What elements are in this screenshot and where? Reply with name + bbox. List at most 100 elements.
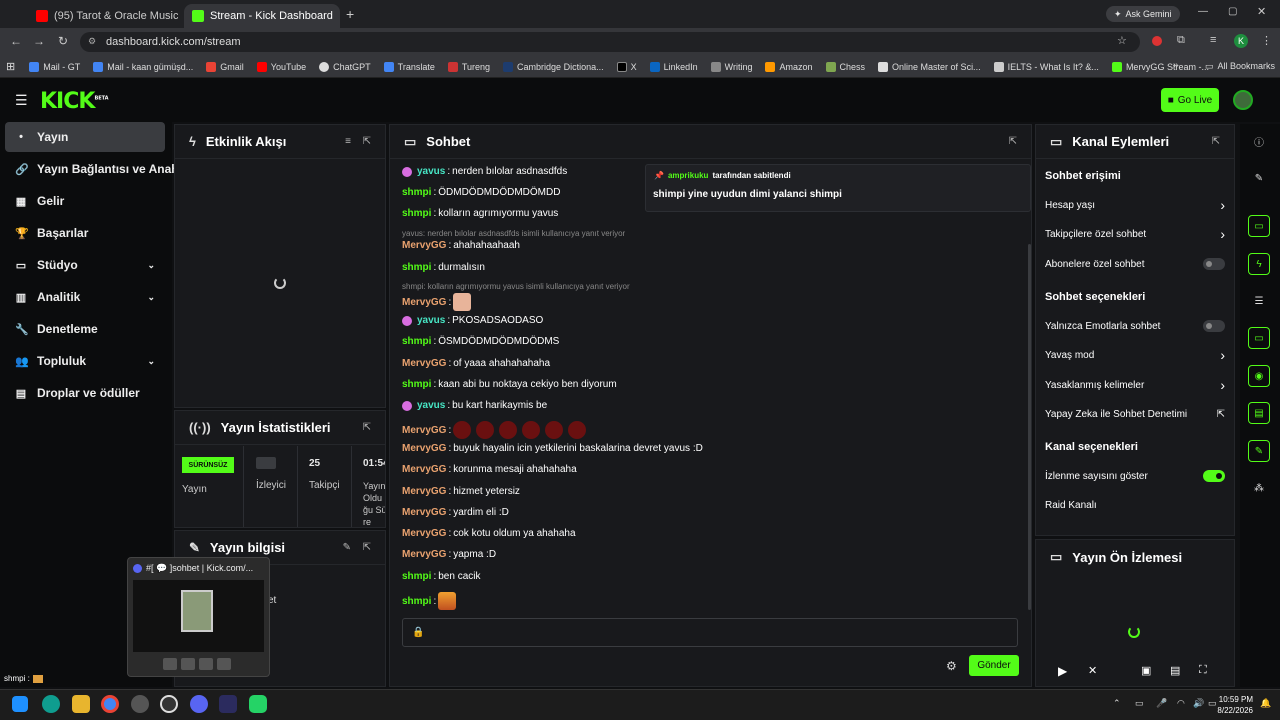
sidebar-item-4[interactable]: ▭ Stüdyo ⌄ — [5, 250, 165, 280]
action-item[interactable]: İzlenme sayısını göster — [1045, 469, 1225, 483]
action-item[interactable]: Abonelere özel sohbet — [1045, 257, 1225, 271]
close-window-icon[interactable]: ✕ — [1257, 5, 1266, 18]
maximize-icon[interactable]: ▢ — [1228, 6, 1237, 17]
chat-username[interactable]: shmpi — [402, 187, 431, 198]
action-item[interactable]: Yalnızca Emotlarla sohbet — [1045, 319, 1225, 333]
edit-icon[interactable]: ✎ — [1248, 167, 1270, 189]
user-avatar[interactable] — [1233, 90, 1253, 110]
chevron-right-icon[interactable]: › — [1220, 347, 1225, 363]
chat-message[interactable]: yavus: bu kart harikaymis be — [402, 400, 547, 411]
bookmark-item[interactable]: IELTS - What Is It? &... — [993, 61, 1099, 72]
fullscreen-icon[interactable]: ⛶ — [1199, 664, 1207, 677]
reply-context[interactable]: shmpi: kolların agrımıyormu yavus isimli… — [402, 282, 630, 291]
sidebar-item-0[interactable]: • Yayın — [5, 122, 165, 152]
chat-message[interactable]: yavus: nerden bılolar asdnasdfds — [402, 166, 567, 177]
app-icon[interactable] — [160, 695, 178, 713]
clock[interactable]: 10:59 PM 8/22/2026 — [1215, 694, 1253, 716]
chat-username[interactable]: shmpi — [402, 208, 431, 219]
filter-icon[interactable]: ≡ — [345, 136, 351, 147]
chat-username[interactable]: MervyGG — [402, 507, 446, 518]
chat-username[interactable]: MervyGG — [402, 528, 446, 539]
reload-icon[interactable]: ↻ — [58, 34, 68, 48]
chat-message[interactable]: shmpi: ÖDMDÖDMDÖDMDÖMDD — [402, 187, 560, 198]
chrome-icon[interactable] — [101, 695, 119, 713]
bookmark-item[interactable]: Tureng — [447, 61, 490, 72]
chat-username[interactable]: MervyGG — [402, 358, 446, 369]
chevron-right-icon[interactable]: › — [1220, 197, 1225, 213]
bookmark-item[interactable]: Mail - kaan gümüşd... — [93, 61, 193, 72]
mic-icon[interactable] — [181, 658, 195, 670]
windows-start-icon[interactable] — [12, 696, 28, 712]
chat-message[interactable]: MervyGG: — [402, 421, 589, 439]
back-icon[interactable]: ← — [10, 34, 22, 48]
stats-toggle-icon[interactable]: ▭ — [1248, 215, 1270, 237]
volume-icon[interactable]: 🔊 — [1193, 698, 1204, 709]
pip-icon[interactable]: ▣ — [1141, 664, 1151, 677]
toggle-switch[interactable] — [1203, 470, 1225, 482]
bookmark-star-icon[interactable]: ☆ — [1117, 34, 1127, 47]
hamburger-menu-icon[interactable]: ☰ — [15, 92, 28, 109]
chevron-right-icon[interactable]: › — [1220, 226, 1225, 242]
chat-username[interactable]: MervyGG — [402, 297, 446, 308]
action-item[interactable]: Takipçilere özel sohbet › — [1045, 226, 1225, 242]
extensions-icon[interactable]: ⧉ — [1177, 34, 1185, 47]
broadcast-toggle-icon[interactable]: ◉ — [1248, 365, 1270, 387]
chevron-down-icon[interactable]: ⌄ — [147, 292, 155, 303]
chat-message[interactable]: MervyGG: of yaaa ahahahahaha — [402, 358, 550, 369]
pinned-message[interactable]: 📌 amprikuku tarafından sabitlendi shimpi… — [645, 164, 1031, 212]
chat-message[interactable]: MervyGG: — [402, 293, 472, 311]
sidebar-item-7[interactable]: 👥 Topluluk ⌄ — [5, 346, 165, 376]
sidebar-item-6[interactable]: 🔧 Denetleme — [5, 314, 165, 344]
chat-message[interactable]: yavus: PKOSADSAODASO — [402, 315, 543, 326]
app24-icon[interactable] — [219, 695, 237, 713]
chat-username[interactable]: yavus — [417, 315, 445, 326]
action-item[interactable]: Yavaş mod › — [1045, 347, 1225, 363]
sidebar-item-1[interactable]: 🔗 Yayın Bağlantısı ve Anahtar — [5, 154, 194, 184]
chat-message[interactable]: MervyGG: cok kotu oldum ya ahahaha — [402, 528, 576, 539]
chat-message[interactable]: MervyGG: hizmet yetersiz — [402, 486, 520, 497]
chat-message[interactable]: shmpi: ÖSMDÖDMDÖDMDÖDMS — [402, 336, 559, 347]
chat-username[interactable]: shmpi — [402, 262, 431, 273]
wifi-icon[interactable]: ◠ — [1177, 698, 1185, 709]
theater-icon[interactable]: ▤ — [1170, 664, 1180, 677]
chat-message[interactable]: MervyGG: ahahahaahaah — [402, 240, 520, 251]
microphone-icon[interactable]: 🎤 — [1156, 698, 1167, 709]
bookmark-item[interactable]: Writing — [710, 61, 752, 72]
go-live-button[interactable]: ■ Go Live — [1161, 88, 1219, 112]
chat-message[interactable]: shmpi: ben cacik — [402, 571, 480, 582]
bookmark-item[interactable]: LinkedIn — [649, 61, 698, 72]
chat-toggle-icon[interactable]: ▭ — [1248, 327, 1270, 349]
chat-username[interactable]: MervyGG — [402, 425, 446, 436]
camera-icon[interactable] — [163, 658, 177, 670]
forward-icon[interactable]: → — [33, 34, 45, 48]
tray-app-icon[interactable]: ▭ — [1135, 698, 1144, 709]
site-info-icon[interactable]: ⚙ — [88, 36, 96, 47]
chat-username[interactable]: shmpi — [402, 336, 431, 347]
bookmark-item[interactable]: Chess — [825, 61, 865, 72]
external-link-icon[interactable]: ⇱ — [1217, 409, 1225, 420]
chat-scrollbar[interactable] — [1028, 244, 1031, 610]
chat-username[interactable]: yavus — [417, 400, 445, 411]
popout-icon[interactable]: ⇱ — [363, 422, 371, 433]
chat-message[interactable]: MervyGG: korunma mesaji ahahahaha — [402, 464, 577, 475]
minimize-icon[interactable]: — — [1198, 6, 1208, 17]
reply-context[interactable]: yavus: nerden bılolar asdnasdfds isimli … — [402, 229, 625, 238]
activity-toggle-icon[interactable]: ϟ — [1248, 253, 1270, 275]
chat-username[interactable]: MervyGG — [402, 464, 446, 475]
menu-dots-icon[interactable]: ⋮ — [1261, 34, 1272, 47]
media-icon[interactable]: ≡ — [1210, 34, 1216, 46]
chat-username[interactable]: MervyGG — [402, 443, 446, 454]
moderation-toggle-icon[interactable]: ✎ — [1248, 440, 1270, 462]
send-button[interactable]: Gönder — [969, 655, 1019, 676]
action-item[interactable]: Yapay Zeka ile Sohbet Denetimi ⇱ — [1045, 407, 1225, 421]
chat-message[interactable]: shmpi: kaan abi bu noktaya cekiyo ben di… — [402, 379, 617, 390]
mute-icon[interactable]: ✕ — [1088, 664, 1097, 677]
toggle-switch[interactable] — [1203, 320, 1225, 332]
taskbar-preview-window[interactable]: #[ 💬 ]sohbet | Kick.com/... — [127, 557, 270, 677]
file-explorer-icon[interactable] — [72, 695, 90, 713]
bookmark-item[interactable]: X — [616, 61, 637, 72]
bookmark-item[interactable]: ChatGPT — [319, 61, 371, 72]
chat-message[interactable]: shmpi: — [402, 592, 457, 610]
sidebar-item-8[interactable]: ▤ Droplar ve ödüller — [5, 378, 165, 408]
apps-grid-icon[interactable]: ⊞ — [6, 60, 15, 73]
